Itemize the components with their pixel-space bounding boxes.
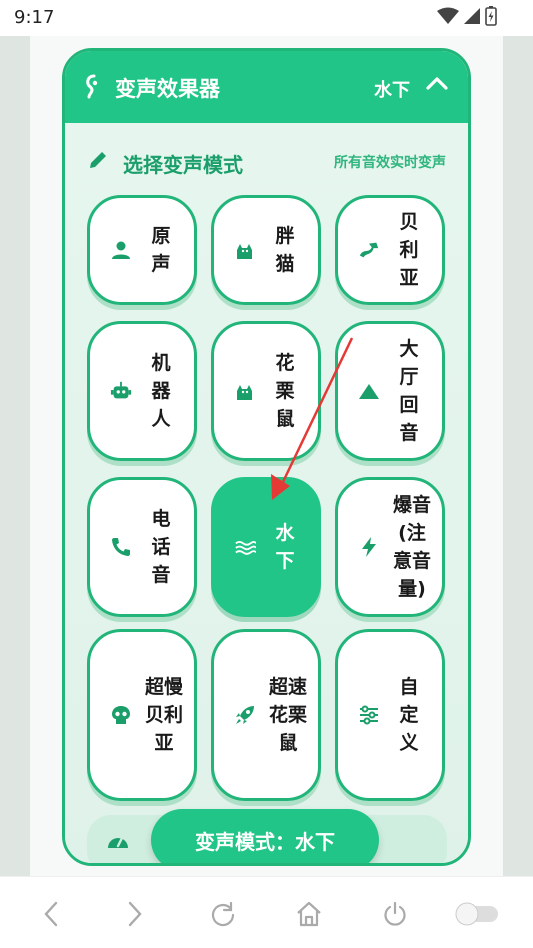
mode-label: 花栗鼠 xyxy=(275,352,295,430)
section-note: 所有音效实时变声 xyxy=(334,155,446,171)
person-icon xyxy=(110,239,132,261)
browser-nav-bar xyxy=(0,876,533,948)
mode-label: 机器人 xyxy=(151,352,171,430)
right-margin xyxy=(503,36,533,876)
bolt-icon xyxy=(358,536,380,558)
current-mode-pill[interactable]: 变声模式：水下 xyxy=(151,809,379,863)
sliders-icon xyxy=(358,704,380,726)
mode-label: 超慢贝利亚 xyxy=(144,676,183,754)
mode-label: 原声 xyxy=(151,225,171,275)
left-margin xyxy=(0,36,30,876)
mode-button-8[interactable]: 爆音(注意音量) xyxy=(335,477,445,617)
microphone-icon xyxy=(86,74,98,99)
header-title: 变声效果器 xyxy=(115,77,220,101)
chevron-up-icon[interactable] xyxy=(426,75,448,91)
home-icon xyxy=(297,901,321,927)
battery-icon xyxy=(485,6,497,26)
back-button[interactable] xyxy=(34,897,68,931)
mode-button-6[interactable]: 电话音 xyxy=(87,477,197,617)
mode-label: 爆音(注意音量) xyxy=(392,494,431,600)
mode-button-0[interactable]: 原声 xyxy=(87,195,197,305)
mode-button-10[interactable]: 超速花栗鼠 xyxy=(211,629,321,801)
status-time: 9:17 xyxy=(14,7,55,28)
header-current-mode: 水下 xyxy=(374,80,410,101)
card-header[interactable]: 变声效果器 水下 xyxy=(65,51,468,123)
mode-label: 水下 xyxy=(275,522,295,572)
refresh-icon xyxy=(211,901,235,927)
section-title: 选择变声模式 xyxy=(123,153,243,177)
mode-button-11[interactable]: 自定义 xyxy=(335,629,445,801)
status-bar: 9:17 xyxy=(0,0,533,36)
mode-button-1[interactable]: 胖猫 xyxy=(211,195,321,305)
mode-button-9[interactable]: 超慢贝利亚 xyxy=(87,629,197,801)
chevron-left-icon xyxy=(44,901,58,927)
dragon-icon xyxy=(358,239,380,261)
gauge-icon xyxy=(108,836,128,848)
mode-button-3[interactable]: 机器人 xyxy=(87,321,197,461)
mode-label: 胖猫 xyxy=(275,225,295,275)
signal-icon xyxy=(464,8,480,24)
pencil-icon xyxy=(90,152,106,168)
refresh-button[interactable] xyxy=(206,897,240,931)
cat-icon xyxy=(234,239,256,261)
cat-icon xyxy=(234,380,256,402)
mode-label: 超速花栗鼠 xyxy=(268,676,307,754)
toggle-switch[interactable] xyxy=(454,897,500,931)
rocket-icon xyxy=(234,704,256,726)
mode-button-5[interactable]: 大厅回音 xyxy=(335,321,445,461)
forward-button[interactable] xyxy=(118,897,152,931)
chevron-right-icon xyxy=(128,901,142,927)
wifi-icon xyxy=(437,7,459,24)
home-button[interactable] xyxy=(292,897,326,931)
power-icon xyxy=(384,901,406,926)
mode-label: 贝利亚 xyxy=(399,211,419,289)
mode-button-2[interactable]: 贝利亚 xyxy=(335,195,445,305)
mode-button-7[interactable]: 水下 xyxy=(211,477,321,617)
phone-icon xyxy=(110,536,132,558)
mode-button-4[interactable]: 花栗鼠 xyxy=(211,321,321,461)
water-icon xyxy=(234,536,256,558)
voice-changer-card: 变声效果器 水下 选择变声模式 所有音效实时变声 原声 胖猫 贝利亚机器人 花栗鼠 大厅… xyxy=(62,48,471,866)
skull-icon xyxy=(110,704,132,726)
toggle-icon xyxy=(455,902,498,926)
robot-icon xyxy=(110,380,132,402)
mode-label: 电话音 xyxy=(151,508,171,586)
power-button[interactable] xyxy=(378,897,412,931)
status-icons xyxy=(437,6,497,26)
mode-label: 大厅回音 xyxy=(399,338,419,444)
mode-label: 自定义 xyxy=(399,676,419,754)
mountain-icon xyxy=(358,380,380,402)
